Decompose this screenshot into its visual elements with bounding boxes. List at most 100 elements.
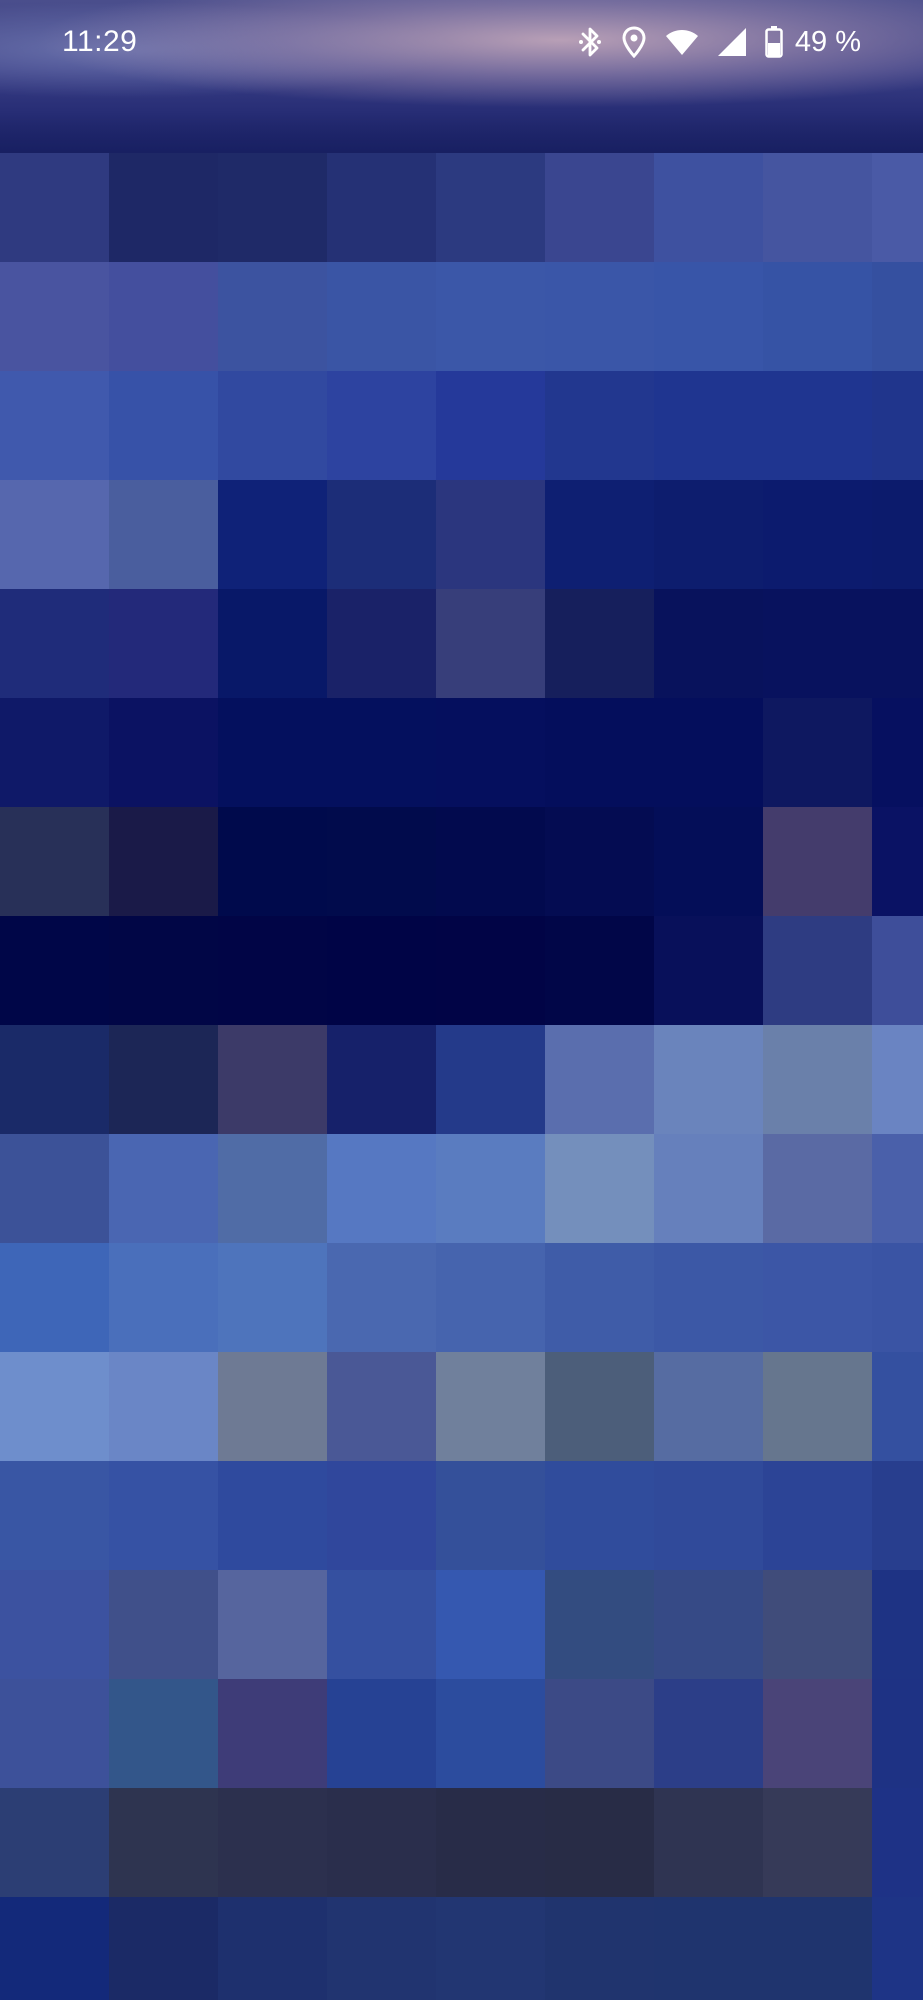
- pixel-block: [436, 1897, 545, 2000]
- pixel-block: [763, 589, 872, 698]
- pixel-block: [109, 480, 218, 589]
- pixel-block: [872, 1025, 923, 1134]
- pixel-block: [109, 589, 218, 698]
- pixel-block: [545, 1025, 654, 1134]
- pixel-block: [436, 916, 545, 1025]
- pixel-block: [0, 262, 109, 371]
- pixel-block: [763, 1897, 872, 2000]
- pixel-block: [654, 1570, 763, 1679]
- pixel-block: [436, 589, 545, 698]
- pixel-block: [654, 153, 763, 262]
- pixel-block: [327, 698, 436, 807]
- pixel-block: [218, 371, 327, 480]
- pixel-block: [436, 480, 545, 589]
- pixel-block: [545, 262, 654, 371]
- pixel-block: [436, 1243, 545, 1352]
- pixel-block: [0, 1134, 109, 1243]
- pixel-block: [763, 262, 872, 371]
- pixel-block: [545, 1679, 654, 1788]
- pixel-block: [327, 916, 436, 1025]
- pixel-block: [654, 1897, 763, 2000]
- pixel-block: [654, 371, 763, 480]
- pixel-block: [109, 1352, 218, 1461]
- pixel-block: [872, 589, 923, 698]
- pixel-block: [109, 1243, 218, 1352]
- pixel-block: [0, 1352, 109, 1461]
- pixel-block: [763, 698, 872, 807]
- pixel-block: [436, 1788, 545, 1897]
- pixel-block: [545, 1461, 654, 1570]
- pixel-block: [545, 1788, 654, 1897]
- pixel-block: [0, 1025, 109, 1134]
- pixel-block: [109, 1788, 218, 1897]
- pixel-block: [0, 589, 109, 698]
- pixel-block: [654, 1679, 763, 1788]
- pixel-block: [872, 1134, 923, 1243]
- pixel-block: [654, 1025, 763, 1134]
- bluetooth-icon: [577, 25, 603, 59]
- pixel-block: [654, 1788, 763, 1897]
- pixel-block: [218, 589, 327, 698]
- pixel-block: [218, 1134, 327, 1243]
- pixel-block: [436, 807, 545, 916]
- pixel-block: [0, 1570, 109, 1679]
- pixel-block: [763, 916, 872, 1025]
- pixel-block: [763, 1134, 872, 1243]
- pixel-block: [872, 1352, 923, 1461]
- pixel-block: [436, 262, 545, 371]
- pixel-block: [872, 262, 923, 371]
- pixel-block: [545, 1897, 654, 2000]
- pixel-block: [0, 1788, 109, 1897]
- pixel-block: [872, 153, 923, 262]
- pixel-block: [327, 807, 436, 916]
- pixel-block: [109, 1679, 218, 1788]
- pixel-block: [654, 1243, 763, 1352]
- pixel-block: [218, 262, 327, 371]
- pixel-block: [872, 1461, 923, 1570]
- pixel-block: [545, 480, 654, 589]
- pixel-block: [872, 916, 923, 1025]
- status-time: 11:29: [62, 25, 138, 58]
- battery-percent: 49 %: [794, 26, 861, 58]
- pixel-block: [218, 1897, 327, 2000]
- pixel-block: [327, 371, 436, 480]
- cell-signal-icon: [717, 27, 747, 57]
- pixel-block: [654, 698, 763, 807]
- pixel-block: [327, 1788, 436, 1897]
- pixel-block: [0, 698, 109, 807]
- pixel-block: [872, 480, 923, 589]
- pixel-block: [436, 153, 545, 262]
- pixel-block: [0, 807, 109, 916]
- pixel-block: [763, 371, 872, 480]
- pixel-block: [109, 1897, 218, 2000]
- pixel-block: [872, 1679, 923, 1788]
- wifi-icon: [665, 28, 699, 56]
- pixel-block: [436, 1679, 545, 1788]
- pixel-block: [0, 153, 109, 262]
- pixel-block: [109, 1134, 218, 1243]
- pixel-block: [763, 1461, 872, 1570]
- pixel-block: [763, 1352, 872, 1461]
- pixel-block: [327, 1025, 436, 1134]
- pixel-block: [545, 1352, 654, 1461]
- pixel-block: [545, 1134, 654, 1243]
- pixel-block: [872, 1788, 923, 1897]
- pixel-block: [872, 1570, 923, 1679]
- pixel-block: [763, 1570, 872, 1679]
- pixel-block: [0, 480, 109, 589]
- location-icon: [621, 26, 647, 58]
- pixel-block: [327, 480, 436, 589]
- pixel-block: [545, 589, 654, 698]
- pixel-block: [218, 1679, 327, 1788]
- pixel-block: [763, 807, 872, 916]
- pixel-block: [109, 916, 218, 1025]
- pixel-block: [109, 807, 218, 916]
- pixel-block: [763, 480, 872, 589]
- pixel-block: [327, 1570, 436, 1679]
- pixel-block: [436, 371, 545, 480]
- pixel-block: [0, 1897, 109, 2000]
- pixel-block: [218, 1352, 327, 1461]
- pixel-block: [218, 1570, 327, 1679]
- pixel-block: [545, 371, 654, 480]
- status-icons: 49 %: [577, 20, 861, 64]
